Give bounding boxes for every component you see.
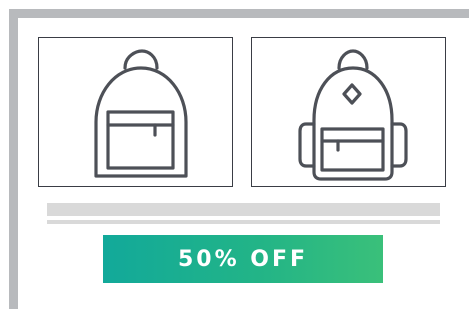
text-placeholder-bar: [47, 203, 440, 216]
discount-button[interactable]: 50% OFF: [103, 235, 383, 283]
product-card-backpack[interactable]: [38, 37, 233, 187]
backpack-simple-icon: [94, 49, 188, 178]
backpack-with-diamond-icon: [298, 49, 408, 181]
product-card-backpack-diamond[interactable]: [251, 37, 446, 187]
text-placeholder-bar: [47, 220, 440, 224]
